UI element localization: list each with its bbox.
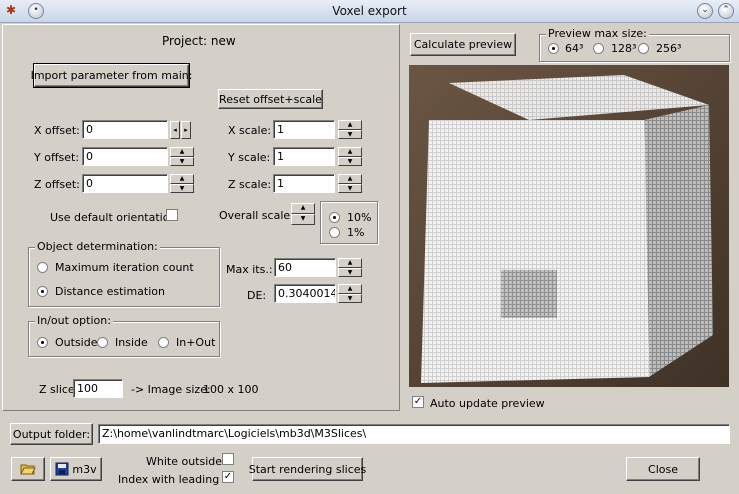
- stepper-down-icon[interactable]: ▼: [338, 129, 362, 139]
- white-outside-checkbox[interactable]: [222, 453, 234, 465]
- x-scale-label: X scale:: [228, 124, 272, 137]
- preview-128-label: 128³: [611, 42, 637, 55]
- max-its-stepper[interactable]: ▲ ▼: [338, 258, 362, 277]
- z-offset-field[interactable]: 0: [82, 174, 168, 193]
- stepper-right-icon[interactable]: ▸: [181, 121, 191, 139]
- index-leading-label: Index with leading 0: [118, 473, 230, 486]
- y-offset-label: Y offset:: [34, 151, 80, 164]
- index-leading-checkbox[interactable]: ✓: [222, 471, 234, 483]
- open-button[interactable]: [11, 457, 45, 481]
- distance-estimation-radio[interactable]: [37, 286, 48, 297]
- project-label: Project: new: [162, 34, 236, 48]
- preview-256-label: 256³: [656, 42, 682, 55]
- object-determination-group: Object determination:: [28, 240, 220, 307]
- x-scale-stepper[interactable]: ▲ ▼: [338, 120, 362, 139]
- de-field[interactable]: 0.30400141: [274, 284, 336, 303]
- stepper-down-icon[interactable]: ▼: [338, 156, 362, 166]
- window-title: Voxel export: [332, 4, 407, 18]
- stepper-up-icon[interactable]: ▲: [338, 174, 362, 184]
- output-folder-button[interactable]: Output folder:: [10, 423, 93, 445]
- preview-256-radio[interactable]: [638, 43, 649, 54]
- distance-estimation-label: Distance estimation: [55, 285, 165, 298]
- preview-64-label: 64³: [565, 42, 584, 55]
- preview-64-radio[interactable]: [548, 43, 559, 54]
- stepper-up-icon[interactable]: ▲: [338, 147, 362, 157]
- auto-update-label: Auto update preview: [430, 397, 545, 410]
- max-iteration-radio[interactable]: [37, 262, 48, 273]
- in-out-radio[interactable]: [158, 337, 169, 348]
- close-button[interactable]: Close: [626, 457, 700, 481]
- z-slices-field[interactable]: 100: [73, 379, 123, 398]
- outside-radio[interactable]: [37, 337, 48, 348]
- z-offset-label: Z offset:: [34, 178, 80, 191]
- stepper-down-icon[interactable]: ▼: [338, 267, 362, 277]
- image-size-label: -> Image size:: [131, 383, 211, 396]
- title-bar: ✱ • Voxel export ⌄ ⌃: [0, 0, 739, 23]
- save-m3v-button[interactable]: m3v: [50, 457, 102, 481]
- voxel-export-window: ✱ • Voxel export ⌄ ⌃ Project: new Import…: [0, 0, 739, 494]
- y-scale-stepper[interactable]: ▲ ▼: [338, 147, 362, 166]
- maximize-icon[interactable]: ⌃: [718, 3, 734, 19]
- max-its-label: Max its.:: [226, 263, 273, 276]
- default-orientation-checkbox[interactable]: [166, 209, 178, 221]
- minimize-icon[interactable]: ⌄: [697, 3, 713, 19]
- z-scale-field[interactable]: 1: [273, 174, 335, 193]
- stepper-up-icon[interactable]: ▲: [291, 203, 315, 214]
- stepper-down-icon[interactable]: ▼: [170, 183, 194, 193]
- output-folder-field[interactable]: Z:\home\vanlindtmarc\Logiciels\mb3d\M3Sl…: [98, 424, 730, 444]
- stepper-down-icon[interactable]: ▼: [291, 214, 315, 225]
- voxel-cube-render: [409, 65, 729, 387]
- inside-label: Inside: [115, 336, 148, 349]
- inout-option-title: In/out option:: [35, 314, 113, 327]
- calculate-preview-button[interactable]: Calculate preview: [410, 33, 516, 56]
- x-offset-label: X offset:: [34, 124, 80, 137]
- object-determination-title: Object determination:: [35, 240, 160, 253]
- stepper-down-icon[interactable]: ▼: [170, 156, 194, 166]
- save-icon: [55, 462, 69, 476]
- voxel-preview-image: [409, 65, 729, 387]
- z-offset-stepper[interactable]: ▲ ▼: [170, 174, 194, 193]
- max-its-field[interactable]: 60: [274, 258, 336, 277]
- outside-label: Outside: [55, 336, 98, 349]
- y-offset-field[interactable]: 0: [82, 147, 168, 166]
- stepper-up-icon[interactable]: ▲: [170, 147, 194, 157]
- scale-1-radio[interactable]: [329, 227, 340, 238]
- scale-1-label: 1%: [347, 226, 365, 239]
- stepper-up-icon[interactable]: ▲: [338, 120, 362, 130]
- start-rendering-button[interactable]: Start rendering slices: [249, 457, 366, 481]
- stepper-left-icon[interactable]: ◂: [170, 121, 180, 139]
- y-offset-stepper[interactable]: ▲ ▼: [170, 147, 194, 166]
- import-parameters-button[interactable]: Import parameter from main:: [31, 63, 192, 88]
- auto-update-checkbox[interactable]: ✓: [412, 396, 424, 408]
- preview-128-radio[interactable]: [593, 43, 604, 54]
- stepper-up-icon[interactable]: ▲: [338, 284, 362, 294]
- image-size-value: 100 x 100: [203, 383, 259, 396]
- z-scale-stepper[interactable]: ▲ ▼: [338, 174, 362, 193]
- open-folder-icon: [20, 464, 36, 475]
- x-scale-field[interactable]: 1: [273, 120, 335, 139]
- overall-scale-stepper[interactable]: ▲ ▼: [291, 203, 315, 225]
- m3v-label: m3v: [72, 462, 97, 476]
- scale-10-radio[interactable]: [329, 212, 340, 223]
- white-outside-label: White outside: [146, 455, 223, 468]
- reset-offset-scale-button[interactable]: Reset offset+scale: [218, 89, 323, 109]
- stepper-down-icon[interactable]: ▼: [338, 293, 362, 303]
- x-offset-field[interactable]: 0: [82, 120, 168, 139]
- y-scale-field[interactable]: 1: [273, 147, 335, 166]
- overall-scale-label: Overall scale:: [219, 209, 294, 222]
- inside-radio[interactable]: [97, 337, 108, 348]
- de-label: DE:: [247, 289, 267, 302]
- de-stepper[interactable]: ▲ ▼: [338, 284, 362, 303]
- x-offset-stepper[interactable]: ◂ ▸: [170, 121, 192, 139]
- default-orientation-label: Use default orientation: [50, 211, 177, 224]
- stepper-up-icon[interactable]: ▲: [338, 258, 362, 268]
- preview-max-size-title: Preview max size:: [546, 27, 649, 40]
- stepper-down-icon[interactable]: ▼: [338, 183, 362, 193]
- scale-10-label: 10%: [347, 211, 372, 224]
- max-iteration-label: Maximum iteration count: [55, 261, 194, 274]
- z-scale-label: Z scale:: [228, 178, 272, 191]
- stepper-up-icon[interactable]: ▲: [170, 174, 194, 184]
- in-out-label: In+Out: [176, 336, 216, 349]
- y-scale-label: Y scale:: [228, 151, 271, 164]
